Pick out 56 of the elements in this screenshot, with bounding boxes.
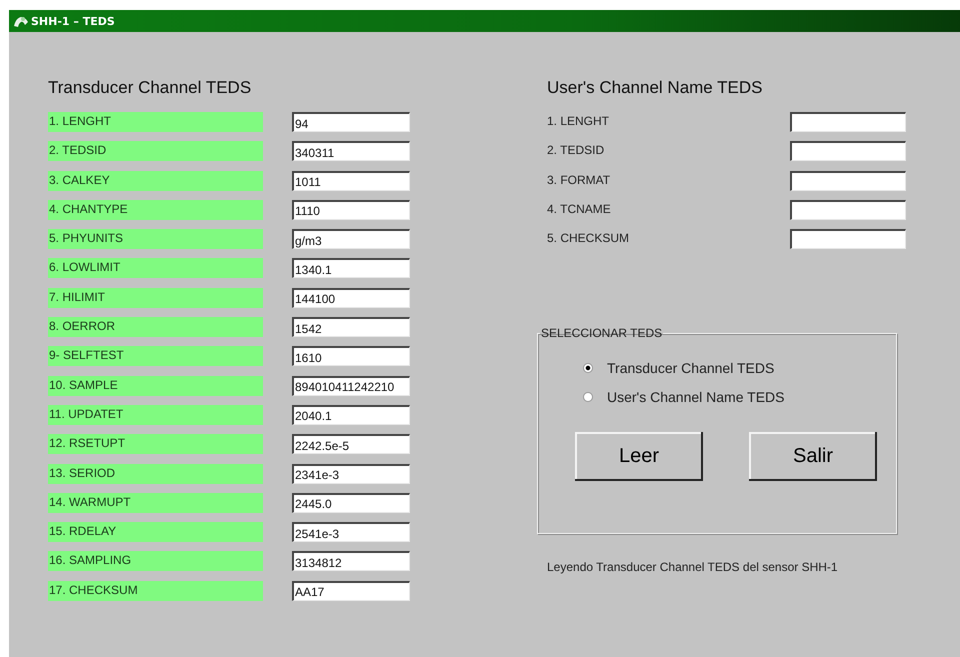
input-field[interactable] — [790, 170, 906, 191]
field-label: 1. LENGHT — [547, 113, 610, 130]
input-field[interactable]: 1340.1 — [292, 258, 410, 278]
input-field[interactable]: AA17 — [292, 580, 410, 601]
field-label: 15. RDELAY — [48, 522, 263, 542]
input-field[interactable]: 2445.0 — [292, 492, 410, 513]
field-label: 13. SERIOD — [48, 464, 263, 484]
input-field[interactable]: 2541e-3 — [292, 522, 410, 542]
input-field[interactable]: 94 — [292, 112, 410, 132]
radio-label[interactable]: User's Channel Name TEDS — [607, 389, 784, 406]
field-label: 12. RSETUPT — [48, 434, 263, 454]
field-label: 4. TCNAME — [547, 200, 612, 218]
input-field[interactable]: 2242.5e-5 — [292, 434, 410, 454]
field-label: 5. CHECKSUM — [547, 230, 630, 248]
input-field[interactable]: 894010411242210 — [292, 376, 410, 396]
input-field[interactable] — [790, 229, 906, 250]
input-field[interactable] — [790, 112, 906, 132]
field-label: 16. SAMPLING — [48, 551, 263, 572]
field-label: 14. WARMUPT — [48, 492, 263, 513]
input-field[interactable]: g/m3 — [292, 229, 410, 250]
field-label: 2. TEDSID — [48, 141, 263, 162]
app-icon — [13, 14, 29, 28]
input-field[interactable]: 2040.1 — [292, 404, 410, 425]
field-label: 1. LENGHT — [48, 112, 263, 132]
section-heading: User's Channel Name TEDS — [547, 78, 764, 98]
input-field[interactable]: 340311 — [292, 141, 410, 162]
section-heading: Transducer Channel TEDS — [48, 78, 252, 98]
input-field[interactable]: 3134812 — [292, 551, 410, 572]
field-label: 3. FORMAT — [547, 172, 612, 189]
field-label: 9- SELFTEST — [48, 346, 263, 366]
field-label: 3. CALKEY — [48, 170, 263, 191]
field-label: 5. PHYUNITS — [48, 229, 263, 250]
radio-label[interactable]: Transducer Channel TEDS — [607, 360, 774, 376]
status-text: Leyendo Transducer Channel TEDS del sensor SHH-1 — [547, 560, 839, 574]
input-field[interactable] — [790, 200, 906, 220]
input-field[interactable]: 1542 — [292, 317, 410, 338]
field-label: 10. SAMPLE — [48, 376, 263, 396]
field-label: 4. CHANTYPE — [48, 200, 263, 220]
input-field[interactable]: 1610 — [292, 346, 410, 366]
input-field[interactable]: 1011 — [292, 170, 410, 191]
field-label: 7. HILIMIT — [48, 288, 263, 308]
input-field[interactable]: 2341e-3 — [292, 464, 410, 484]
group-legend: SELECCIONAR TEDS — [540, 326, 664, 340]
field-label: 17. CHECKSUM — [48, 580, 263, 601]
radio-button[interactable] — [583, 363, 593, 374]
field-label: 2. TEDSID — [547, 142, 606, 160]
window-title: SHH-1 – TEDS — [31, 14, 115, 28]
field-label: 11. UPDATET — [48, 404, 263, 425]
field-label: 6. LOWLIMIT — [48, 258, 263, 278]
input-field[interactable]: 1110 — [292, 200, 410, 220]
action-button[interactable]: Leer — [575, 432, 703, 482]
radio-button[interactable] — [583, 392, 593, 402]
input-field[interactable]: 144100 — [292, 288, 410, 308]
field-label: 8. OERROR — [48, 317, 263, 338]
action-button[interactable]: Salir — [749, 432, 877, 482]
input-field[interactable] — [790, 141, 906, 162]
